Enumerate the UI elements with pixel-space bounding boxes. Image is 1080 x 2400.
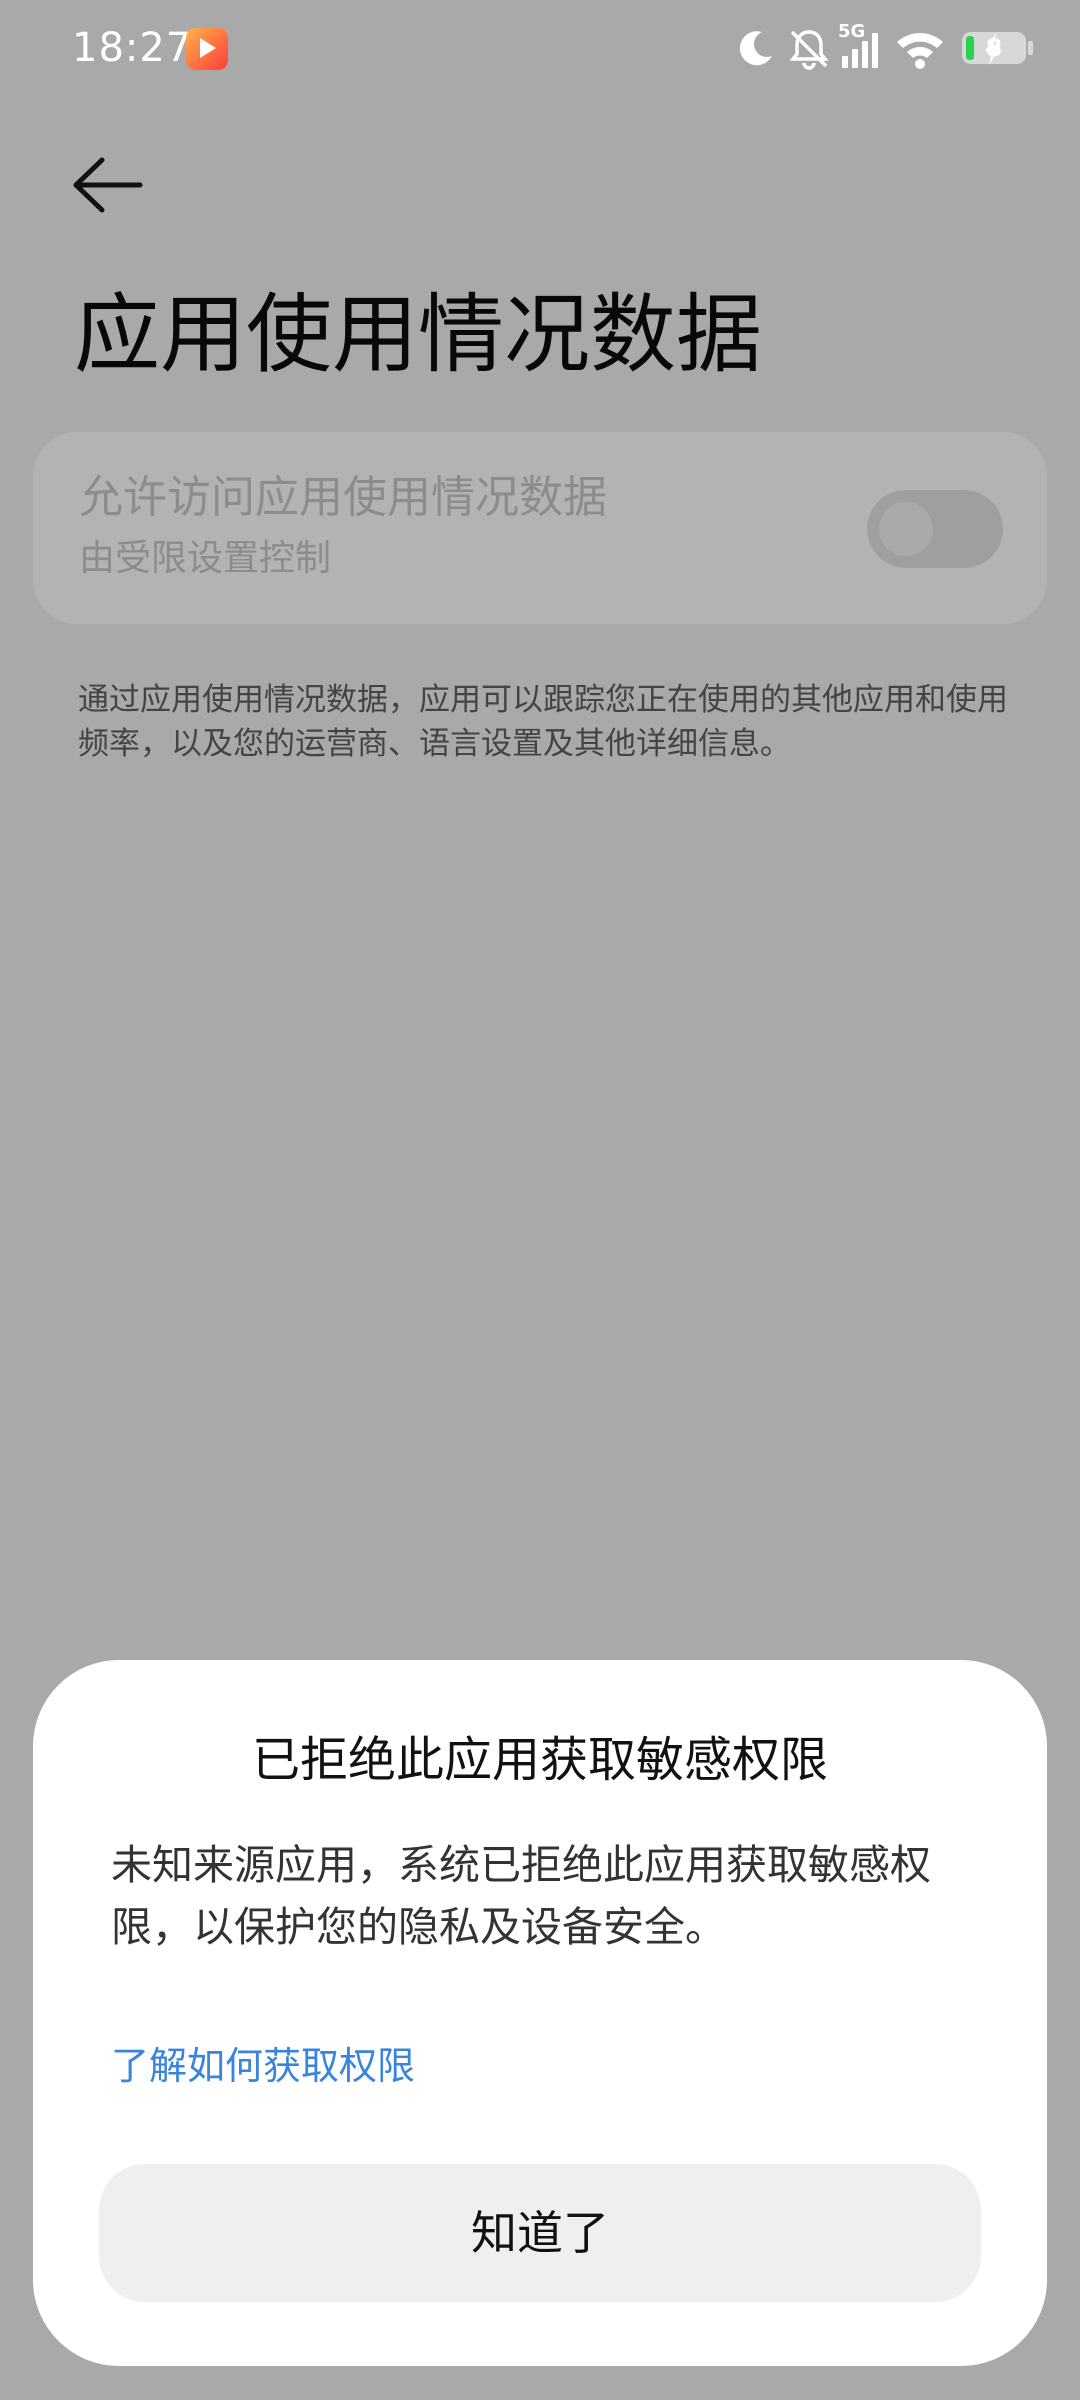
usage-access-setting[interactable]: 允许访问应用使用情况数据 由受限设置控制 [33, 432, 1047, 624]
mute-icon [789, 30, 829, 70]
permission-denied-dialog: 已拒绝此应用获取敏感权限 未知来源应用，系统已拒绝此应用获取敏感权限，以保护您的… [33, 1660, 1047, 2366]
got-it-button[interactable]: 知道了 [99, 2164, 981, 2302]
moon-icon [739, 31, 772, 66]
back-arrow-icon[interactable] [70, 150, 150, 220]
status-bar: 18:27 5G 8 [0, 0, 1080, 96]
status-time: 18:27 [72, 25, 193, 71]
setting-description: 通过应用使用情况数据，应用可以跟踪您正在使用的其他应用和使用频率，以及您的运营商… [78, 682, 1008, 762]
app-notification-icon [186, 28, 228, 70]
usage-access-toggle[interactable] [867, 490, 1003, 568]
page-title: 应用使用情况数据 [74, 285, 762, 385]
setting-sublabel: 由受限设置控制 [79, 538, 332, 579]
toggle-knob [879, 502, 933, 556]
setting-label: 允许访问应用使用情况数据 [79, 472, 607, 523]
dialog-message: 未知来源应用，系统已拒绝此应用获取敏感权限，以保护您的隐私及设备安全。 [111, 1841, 931, 1951]
charging-icon [985, 33, 1001, 65]
learn-permission-link[interactable]: 了解如何获取权限 [111, 2040, 415, 2092]
battery-cap [1028, 41, 1033, 55]
dialog-title: 已拒绝此应用获取敏感权限 [251, 1732, 828, 1788]
signal-icon [842, 33, 878, 68]
wifi-icon [897, 33, 943, 69]
